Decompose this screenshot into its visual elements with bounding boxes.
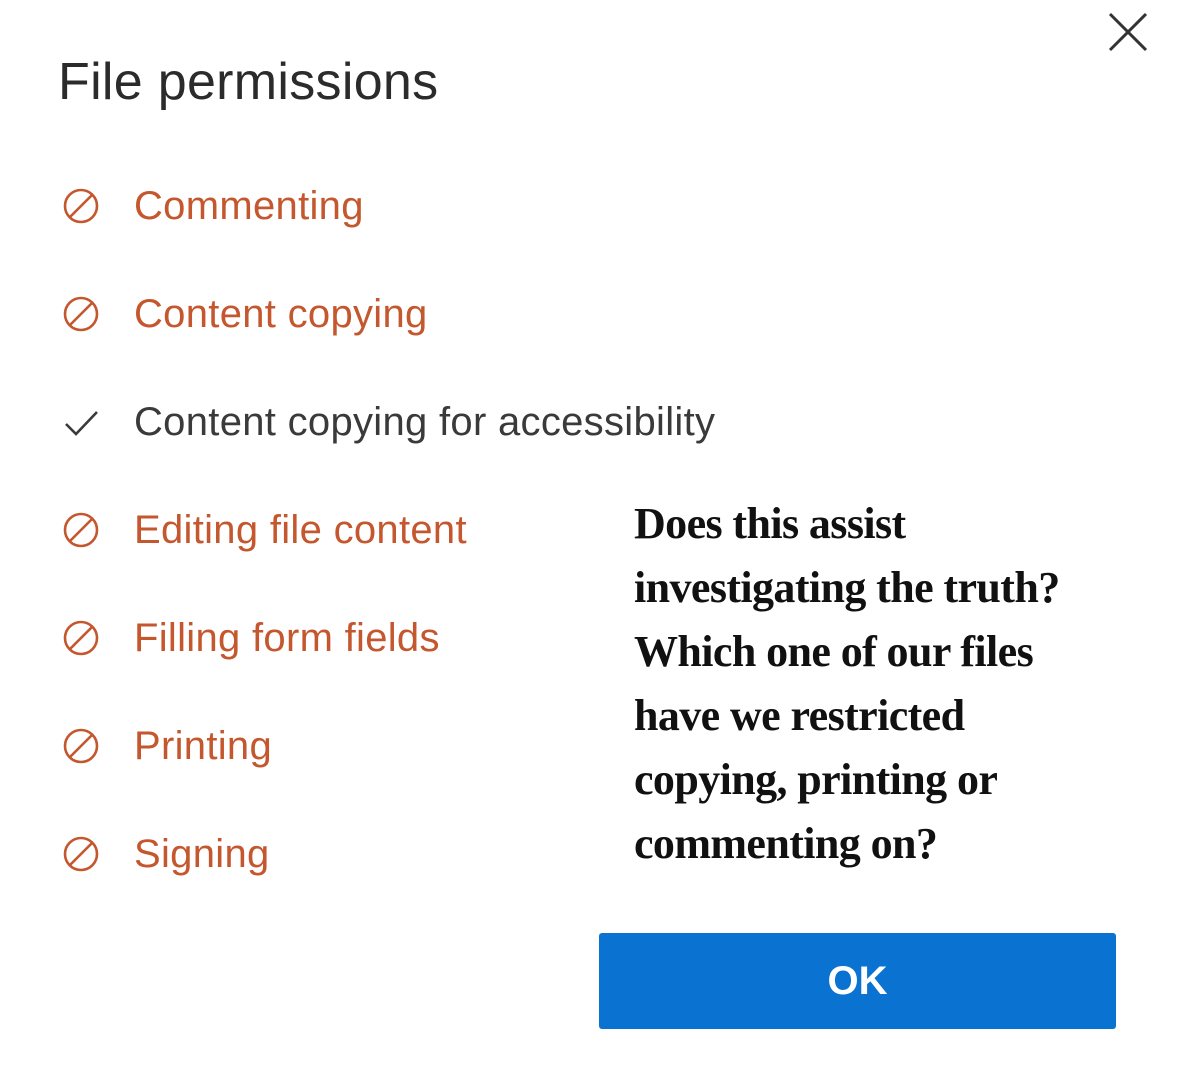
permission-label: Signing bbox=[134, 831, 270, 876]
permission-item-commenting: Commenting bbox=[58, 152, 715, 260]
overlay-question-line: Which one of our files bbox=[634, 627, 1034, 676]
overlay-question-text: Does this assist investigating the truth… bbox=[634, 492, 1154, 876]
overlay-question-line: have we restricted bbox=[634, 691, 965, 740]
permission-item-content-copying-accessibility: Content copying for accessibility bbox=[58, 368, 715, 476]
permission-item-printing: Printing bbox=[58, 692, 715, 800]
permission-label: Editing file content bbox=[134, 507, 467, 552]
permission-label: Commenting bbox=[134, 183, 364, 228]
permission-label: Filling form fields bbox=[134, 615, 440, 660]
dialog-title: File permissions bbox=[58, 53, 439, 111]
permission-item-content-copying: Content copying bbox=[58, 260, 715, 368]
file-permissions-dialog: File permissions Commenting Content copy… bbox=[0, 0, 1188, 1080]
permission-item-editing-file-content: Editing file content bbox=[58, 476, 715, 584]
permission-label: Printing bbox=[134, 723, 273, 768]
ok-button[interactable]: OK bbox=[599, 933, 1116, 1029]
checkmark-icon bbox=[58, 399, 104, 445]
overlay-question-line: Does this assist bbox=[634, 499, 906, 548]
blocked-icon bbox=[58, 291, 104, 337]
blocked-icon bbox=[58, 615, 104, 661]
close-button[interactable] bbox=[1102, 8, 1154, 56]
permission-label: Content copying for accessibility bbox=[134, 399, 716, 444]
permission-item-filling-form-fields: Filling form fields bbox=[58, 584, 715, 692]
blocked-icon bbox=[58, 831, 104, 877]
blocked-icon bbox=[58, 723, 104, 769]
overlay-question-line: commenting on? bbox=[634, 819, 938, 868]
overlay-question-line: copying, printing or bbox=[634, 755, 998, 804]
permission-list: Commenting Content copying Content copyi… bbox=[58, 152, 715, 908]
permission-item-signing: Signing bbox=[58, 800, 715, 908]
overlay-question-line: investigating the truth? bbox=[634, 563, 1060, 612]
blocked-icon bbox=[58, 507, 104, 553]
blocked-icon bbox=[58, 183, 104, 229]
close-icon bbox=[1108, 12, 1148, 52]
permission-label: Content copying bbox=[134, 291, 428, 336]
